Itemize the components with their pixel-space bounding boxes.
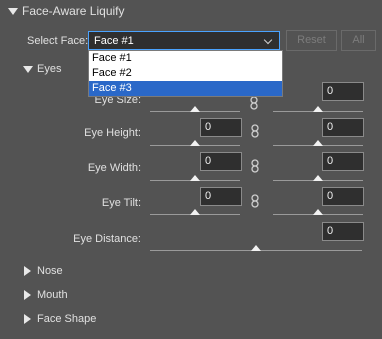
slider-thumb[interactable] <box>190 209 200 215</box>
link-icon[interactable] <box>251 194 259 211</box>
eye-height-right-input[interactable]: 0 <box>322 118 364 137</box>
eye-distance-slider[interactable] <box>150 245 362 251</box>
face-select-value: Face #1 <box>94 35 134 47</box>
slider-thumb[interactable] <box>190 175 200 181</box>
eye-size-right-slider[interactable] <box>273 106 363 112</box>
slider-thumb[interactable] <box>313 175 323 181</box>
eye-distance-label: Eye Distance: <box>73 233 141 245</box>
face-option[interactable]: Face #1 <box>89 51 282 66</box>
reset-button[interactable]: Reset <box>286 30 337 51</box>
face-dropdown-list[interactable]: Face #1 Face #2 Face #3 <box>88 50 283 97</box>
chevron-down-icon <box>263 35 273 45</box>
eye-distance-input[interactable]: 0 <box>322 222 364 241</box>
nose-expand-arrow-icon[interactable] <box>24 266 31 276</box>
eye-height-left-slider[interactable] <box>150 140 240 146</box>
slider-thumb[interactable] <box>190 106 200 112</box>
eye-size-left-slider[interactable] <box>150 106 240 112</box>
eye-tilt-left-slider[interactable] <box>150 209 240 215</box>
slider-thumb[interactable] <box>251 245 261 251</box>
nose-section-title[interactable]: Nose <box>37 265 63 277</box>
face-option[interactable]: Face #2 <box>89 66 282 81</box>
eye-height-left-input[interactable]: 0 <box>200 118 242 137</box>
face-shape-section-title[interactable]: Face Shape <box>37 313 96 325</box>
face-option-highlighted[interactable]: Face #3 <box>89 81 282 96</box>
slider-thumb[interactable] <box>313 140 323 146</box>
eye-tilt-left-input[interactable]: 0 <box>200 187 242 206</box>
slider-thumb[interactable] <box>313 209 323 215</box>
link-icon[interactable] <box>251 124 259 141</box>
eye-width-right-slider[interactable] <box>273 175 363 181</box>
all-button[interactable]: All <box>341 30 376 51</box>
eyes-collapse-arrow-icon[interactable] <box>23 66 33 73</box>
eyes-section-title: Eyes <box>37 63 62 75</box>
eye-size-right-input[interactable]: 0 <box>322 82 364 101</box>
mouth-section-title[interactable]: Mouth <box>37 289 68 301</box>
eye-height-label: Eye Height: <box>84 127 141 139</box>
collapse-arrow-icon[interactable] <box>8 8 18 15</box>
eye-width-right-input[interactable]: 0 <box>322 152 364 171</box>
panel-title: Face-Aware Liquify <box>22 4 125 18</box>
eye-tilt-right-slider[interactable] <box>273 209 363 215</box>
face-shape-expand-arrow-icon[interactable] <box>24 314 31 324</box>
eye-tilt-label: Eye Tilt: <box>101 197 141 209</box>
mouth-expand-arrow-icon[interactable] <box>24 290 31 300</box>
link-icon[interactable] <box>251 159 259 176</box>
link-icon[interactable] <box>250 96 258 113</box>
eye-height-right-slider[interactable] <box>273 140 363 146</box>
select-face-label: Select Face: <box>27 35 89 47</box>
eye-width-label: Eye Width: <box>87 162 141 174</box>
eye-tilt-right-input[interactable]: 0 <box>322 187 364 206</box>
slider-thumb[interactable] <box>313 106 323 112</box>
eye-width-left-input[interactable]: 0 <box>200 152 242 171</box>
eye-width-left-slider[interactable] <box>150 175 240 181</box>
face-select[interactable]: Face #1 <box>88 31 280 50</box>
slider-thumb[interactable] <box>190 140 200 146</box>
